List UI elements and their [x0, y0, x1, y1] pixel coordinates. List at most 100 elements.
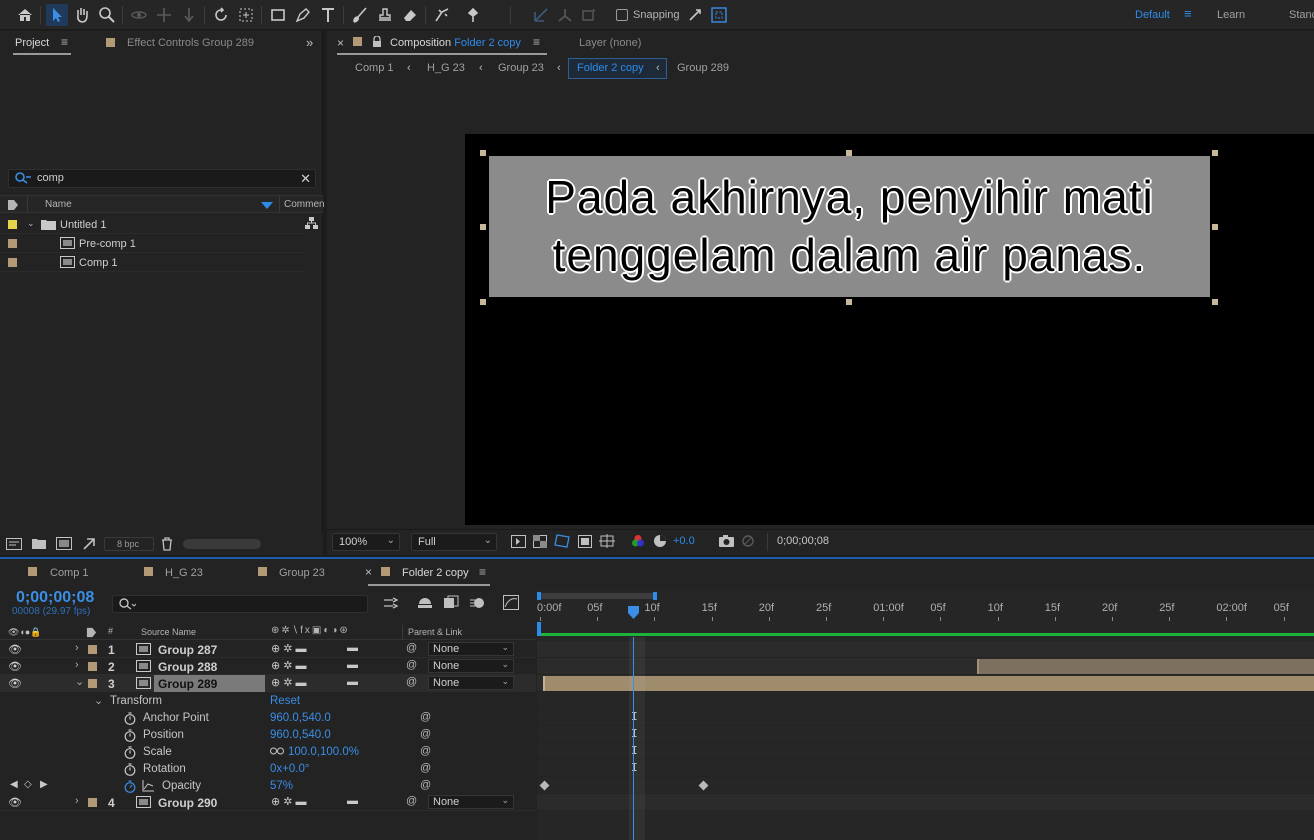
layer-row[interactable]: 👁 › 4 Group 290 ⊕ ✲ ▬ ▬ @ None ⌄ [0, 794, 536, 811]
transform-reset-link[interactable]: Reset [270, 695, 300, 707]
pickwhip-icon[interactable]: @ [406, 642, 418, 654]
pen-tool-icon[interactable] [292, 4, 314, 26]
transform-handle[interactable] [846, 150, 852, 156]
playhead-icon[interactable] [628, 606, 639, 619]
pan-behind-tool-icon[interactable] [235, 4, 257, 26]
world-axis-mode-icon[interactable] [554, 4, 576, 26]
reset-exposure-icon[interactable] [653, 534, 667, 551]
local-axis-mode-icon[interactable] [530, 4, 552, 26]
property-row-opacity[interactable]: ◀ ◇ ▶ Opacity 57% @ [0, 778, 536, 795]
label-column-icon[interactable] [7, 199, 19, 214]
collapse-transform-switch[interactable]: ⊕ ✲ ▬ [271, 659, 307, 672]
layer-duration-bar-selected[interactable] [543, 676, 1314, 691]
composition-canvas[interactable]: Pada akhirnya, penyihir mati tenggelam d… [465, 134, 1314, 525]
viewer-timecode[interactable]: 0;00;00;08 [777, 535, 829, 547]
previous-keyframe-icon[interactable]: ◀ [10, 779, 18, 790]
timeline-menu-icon[interactable]: ≡ [479, 565, 486, 579]
current-time-display[interactable]: 0;00;00;08 [16, 589, 94, 607]
guides-options-icon[interactable] [599, 534, 615, 551]
property-value[interactable]: 0x+0.0° [270, 763, 309, 775]
property-value[interactable]: 960.0,540.0 [270, 712, 331, 724]
transform-handle[interactable] [1212, 299, 1218, 305]
property-row-anchor-point[interactable]: Anchor Point 960.0,540.0 @ [0, 710, 536, 727]
transform-handle[interactable] [480, 224, 486, 230]
parent-link-column-header[interactable]: Parent & Link [408, 627, 462, 637]
property-row-rotation[interactable]: Rotation 0x+0.0° @ [0, 761, 536, 778]
project-item-precomp[interactable]: Pre-comp 1 [0, 234, 305, 253]
layer-track[interactable] [537, 641, 1314, 658]
pickwhip-icon[interactable]: @ [406, 659, 418, 671]
layer-name[interactable]: Group 288 [158, 660, 217, 674]
layer-row[interactable]: 👁 › 2 Group 288 ⊕ ✲ ▬ ▬ @ None ⌄ [0, 658, 536, 675]
label-color-swatch[interactable] [8, 239, 17, 248]
exposure-value[interactable]: +0.0 [673, 535, 695, 547]
transform-handle[interactable] [480, 299, 486, 305]
keyframe-diamond[interactable] [539, 780, 550, 791]
workspace-standard[interactable]: Stanc [1289, 9, 1314, 21]
visibility-eye-icon[interactable]: 👁 [8, 660, 22, 673]
project-item-folder[interactable]: ⌄ Untitled 1 [0, 215, 318, 234]
project-menu-icon[interactable]: ≡ [61, 35, 68, 49]
collapse-transform-icon[interactable]: ⌄ [94, 694, 103, 707]
expand-chevron-icon[interactable]: ⌄ [27, 218, 35, 229]
pickwhip-icon[interactable]: @ [406, 795, 418, 807]
lock-icon[interactable] [372, 35, 382, 50]
motion-blur-switch[interactable]: ▬ [347, 676, 358, 688]
transform-handle[interactable] [1212, 150, 1218, 156]
tab-composition[interactable]: Composition Folder 2 copy [390, 37, 521, 49]
subtitle-layer[interactable]: Pada akhirnya, penyihir mati tenggelam d… [489, 156, 1210, 297]
motion-blur-switch[interactable]: ▬ [347, 795, 358, 807]
collapse-layer-icon[interactable]: ⌄ [75, 675, 84, 688]
flowchart-icon[interactable] [305, 217, 318, 233]
close-tab-icon[interactable]: × [337, 36, 344, 50]
trash-icon[interactable] [161, 537, 173, 554]
home-icon[interactable] [14, 4, 36, 26]
parent-dropdown[interactable]: None ⌄ [428, 676, 514, 690]
property-value[interactable]: 100.0,100.0% [288, 746, 359, 758]
selection-tool-icon[interactable] [46, 4, 68, 26]
region-of-interest-icon[interactable] [578, 535, 592, 551]
name-column-header[interactable]: Name [45, 199, 72, 210]
composition-viewer[interactable]: Pada akhirnya, penyihir mati tenggelam d… [327, 81, 1314, 529]
visibility-eye-icon[interactable]: 👁 [8, 643, 22, 656]
clone-stamp-tool-icon[interactable] [374, 4, 396, 26]
time-ruler[interactable]: 0:00f 05f 10f 15f 20f 25f 01:00f 05f 10f 15f 20f 25… [537, 589, 1314, 623]
panel-overflow-icon[interactable]: » [306, 35, 313, 50]
pickwhip-icon[interactable]: @ [420, 762, 432, 774]
transform-handle[interactable] [846, 299, 852, 305]
constrain-proportions-icon[interactable] [270, 747, 284, 759]
breadcrumb-hg23[interactable]: H_G 23 [427, 62, 465, 74]
breadcrumb-group-23[interactable]: Group 23 [498, 62, 544, 74]
parent-dropdown[interactable]: None ⌄ [428, 659, 514, 673]
draft-3d-icon[interactable] [417, 596, 433, 613]
hand-tool-icon[interactable] [71, 4, 93, 26]
layer-name[interactable]: Group 287 [158, 643, 217, 657]
property-value[interactable]: 960.0,540.0 [270, 729, 331, 741]
render-queue-icon[interactable] [82, 537, 96, 554]
visibility-eye-icon[interactable]: 👁 [8, 796, 22, 809]
transform-handle[interactable] [1212, 224, 1218, 230]
transform-handle[interactable] [480, 150, 486, 156]
layer-track[interactable] [537, 794, 1314, 811]
snapshot-camera-icon[interactable] [719, 535, 734, 550]
stopwatch-icon[interactable] [124, 763, 136, 779]
close-tab-icon[interactable]: × [365, 565, 372, 579]
layer-track[interactable] [537, 658, 1314, 675]
brush-tool-icon[interactable] [349, 4, 371, 26]
tab-effect-controls[interactable]: Effect Controls Group 289 [127, 37, 254, 49]
layer-row-selected[interactable]: 👁 ⌄ 3 Group 289 ⊕ ✲ ▬ ▬ @ None ⌄ [0, 675, 536, 692]
property-value[interactable]: 57% [270, 780, 293, 792]
layer-row[interactable]: 👁 › 1 Group 287 ⊕ ✲ ▬ ▬ @ None ⌄ [0, 641, 536, 658]
property-row-position[interactable]: Position 960.0,540.0 @ [0, 727, 536, 744]
source-name-column-header[interactable]: Source Name [141, 627, 196, 637]
stopwatch-icon[interactable] [124, 729, 136, 745]
timeline-tab-group-23[interactable]: Group 23 [279, 567, 325, 579]
dolly-camera-icon[interactable] [178, 4, 200, 26]
resolution-dropdown[interactable]: Full ⌄ [411, 533, 497, 551]
new-composition-icon[interactable] [56, 537, 72, 553]
bit-depth-button[interactable]: 8 bpc [104, 537, 154, 551]
frame-blending-icon[interactable] [443, 595, 459, 614]
parent-dropdown[interactable]: None ⌄ [428, 795, 514, 809]
mask-visibility-icon[interactable] [554, 534, 570, 551]
pickwhip-icon[interactable]: @ [420, 779, 432, 791]
